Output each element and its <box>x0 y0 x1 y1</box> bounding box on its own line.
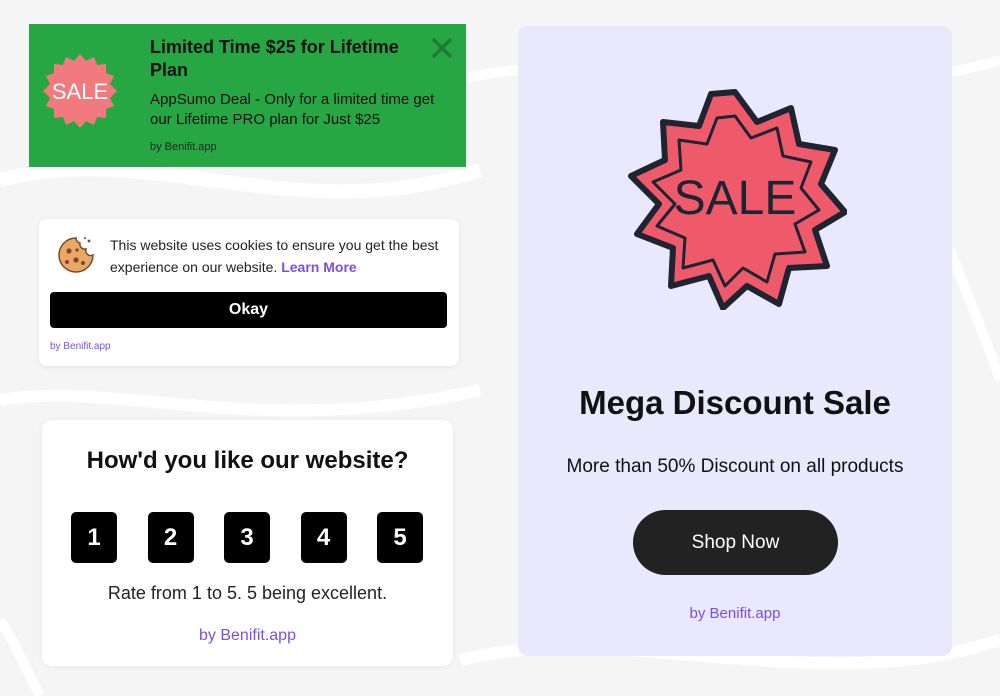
rating-button-5[interactable]: 5 <box>377 512 423 563</box>
rating-button-2[interactable]: 2 <box>147 512 194 563</box>
rating-button-3[interactable]: 3 <box>224 512 270 563</box>
rating-button-1[interactable]: 1 <box>71 512 117 563</box>
deal-banner: SALE Limited Time $25 for Lifetime Plan … <box>29 24 466 167</box>
sale-attribution: by Benifit.app <box>689 605 781 622</box>
cookie-message: This website uses cookies to ensure you … <box>110 234 450 278</box>
sale-subtitle: More than 50% Discount on all products <box>566 456 904 477</box>
learn-more-link[interactable]: Learn More <box>281 259 356 275</box>
deal-description: AppSumo Deal - Only for a limited time g… <box>150 91 435 128</box>
shop-now-button[interactable]: Shop Now <box>633 510 838 575</box>
sale-title: Mega Discount Sale <box>579 384 891 421</box>
close-icon[interactable] <box>430 36 454 60</box>
sale-starburst-icon: SALE <box>628 89 847 310</box>
cookie-notice: This website uses cookies to ensure you … <box>39 219 459 366</box>
cookie-icon <box>58 237 94 273</box>
sale-badge-icon: SALE <box>43 54 117 128</box>
rating-widget: How'd you like our website? 1 2 3 4 5 Ra… <box>42 420 453 666</box>
rating-hint: Rate from 1 to 5. 5 being excellent. <box>107 583 388 603</box>
cookie-message-text: This website uses cookies to ensure you … <box>110 237 439 275</box>
rating-button-4[interactable]: 4 <box>300 512 347 563</box>
svg-text:SALE: SALE <box>674 172 797 225</box>
okay-button[interactable]: Okay <box>50 292 447 328</box>
svg-text:SALE: SALE <box>52 79 108 104</box>
cookie-attribution: by Benifit.app <box>50 341 111 352</box>
rating-options: 1 2 3 4 5 <box>71 512 423 563</box>
rating-attribution: by Benifit.app <box>199 627 296 644</box>
rating-title: How'd you like our website? <box>86 447 409 474</box>
deal-title: Limited Time $25 for Lifetime Plan <box>150 37 399 80</box>
sale-card: SALE Mega Discount Sale More than 50% Di… <box>518 26 952 656</box>
deal-attribution: by Benifit.app <box>150 141 217 153</box>
